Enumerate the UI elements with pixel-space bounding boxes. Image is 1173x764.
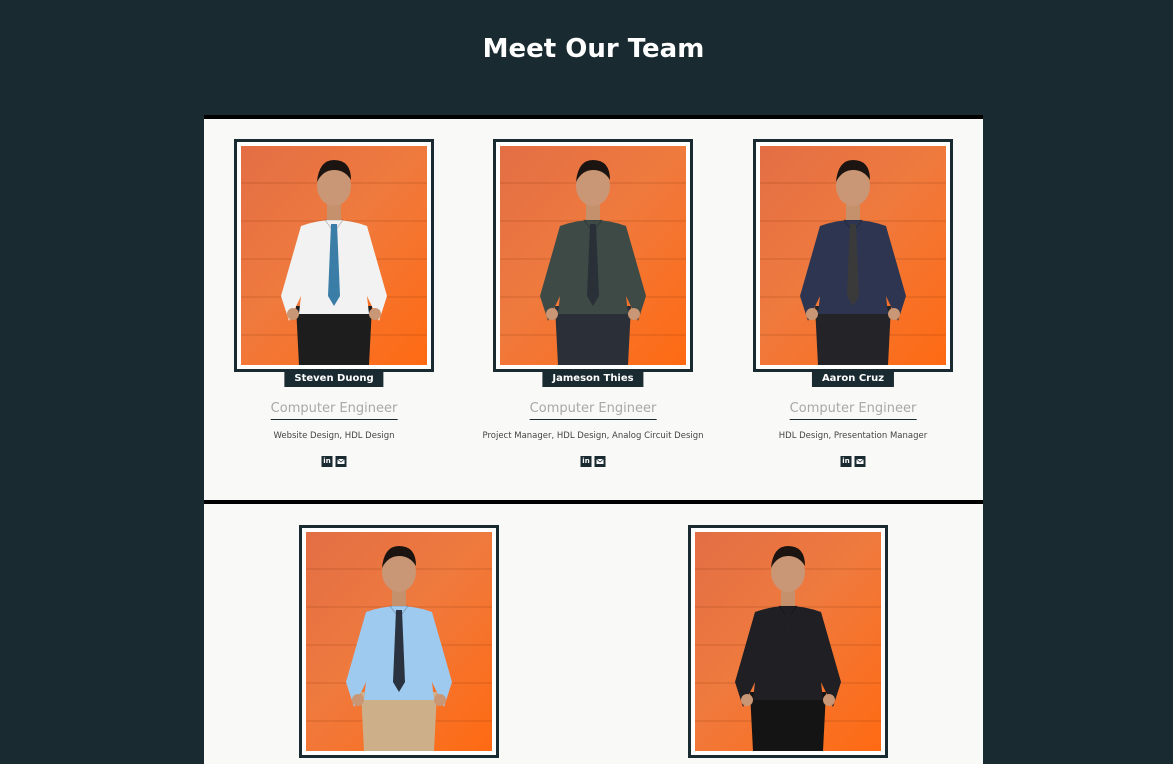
member-photo (500, 146, 686, 365)
email-icon[interactable] (854, 456, 866, 467)
member-role: Computer Engineer (270, 401, 398, 420)
member-photo-frame (688, 525, 888, 758)
member-skills: Website Design, HDL Design (273, 431, 395, 441)
member-photo (760, 146, 946, 365)
person-figure (800, 160, 906, 365)
member-photo-frame (493, 139, 693, 372)
member-photo (241, 146, 427, 365)
member-skills: Project Manager, HDL Design, Analog Circ… (482, 431, 704, 441)
linkedin-icon[interactable]: in (321, 456, 333, 467)
member-skills: HDL Design, Presentation Manager (778, 431, 928, 441)
email-icon[interactable] (335, 456, 347, 467)
team-row-1: Steven Duong Computer Engineer Website D… (204, 115, 983, 502)
member-photo-frame (753, 139, 953, 372)
member-socials: in (580, 456, 606, 467)
person-figure (346, 546, 452, 751)
member-role: Computer Engineer (789, 401, 917, 420)
member-socials: in (840, 456, 866, 467)
member-photo (306, 532, 492, 751)
member-name: Aaron Cruz (811, 370, 895, 387)
member-photo (695, 532, 881, 751)
member-socials: in (321, 456, 347, 467)
linkedin-icon[interactable]: in (840, 456, 852, 467)
team-row-2 (204, 500, 983, 764)
email-icon[interactable] (594, 456, 606, 467)
person-figure (735, 546, 841, 751)
person-figure (540, 160, 646, 365)
person-figure (281, 160, 387, 365)
member-name: Jameson Thies (542, 370, 644, 387)
member-name: Steven Duong (284, 370, 384, 387)
member-photo-frame (234, 139, 434, 372)
page-title: Meet Our Team (482, 34, 705, 64)
member-photo-frame (299, 525, 499, 758)
linkedin-icon[interactable]: in (580, 456, 592, 467)
member-role: Computer Engineer (529, 401, 657, 420)
